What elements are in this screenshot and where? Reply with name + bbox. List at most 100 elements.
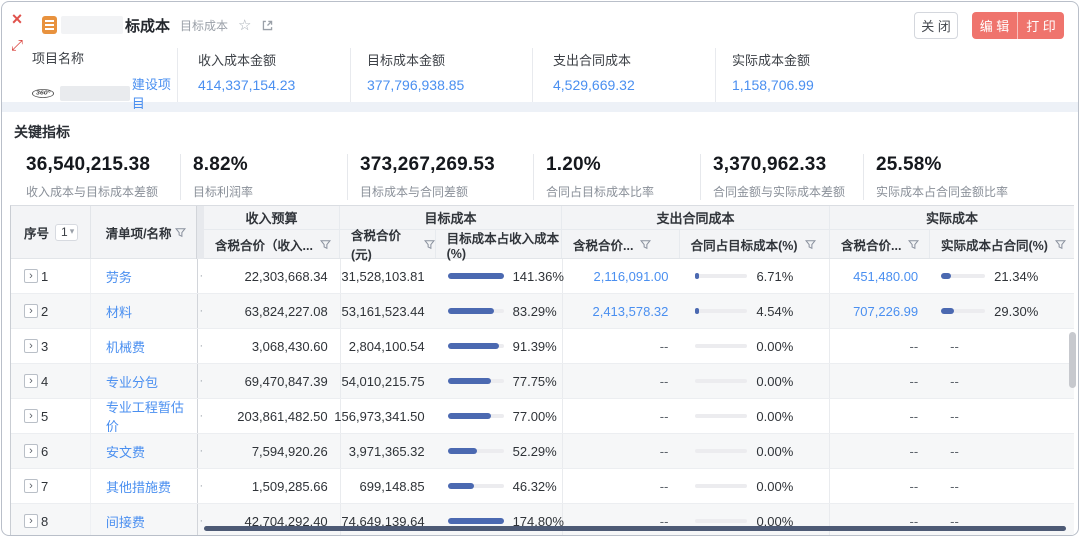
cell-income-amount: 22,303,668.34 bbox=[205, 259, 341, 293]
cell-income-amount: 1,509,285.66 bbox=[205, 469, 341, 503]
cell-target-amount: 31,528,103.81 bbox=[341, 259, 437, 293]
filter-icon[interactable] bbox=[908, 239, 919, 250]
row-expand-icon[interactable]: › bbox=[24, 409, 38, 423]
progress-bar bbox=[448, 449, 504, 453]
close-icon[interactable]: × bbox=[12, 10, 23, 28]
truncation-dot: · bbox=[199, 410, 203, 422]
cell-actual-amount: -- bbox=[830, 364, 930, 398]
window-rail: × ⤢ bbox=[5, 10, 29, 53]
stat-value[interactable]: 377,796,938.85 bbox=[367, 77, 532, 93]
row-expand-icon[interactable]: › bbox=[24, 514, 38, 528]
row-expand-icon[interactable]: › bbox=[24, 269, 38, 283]
cell-actual-amount[interactable]: 451,480.00 bbox=[830, 259, 930, 293]
row-expand-icon[interactable]: › bbox=[24, 304, 38, 318]
toolbar: 关 闭 编 辑 打 印 bbox=[914, 12, 1064, 39]
row-name-link[interactable]: 专业工程暂估价 bbox=[91, 399, 197, 433]
project-info-row: 项目名称 360° 建设项目 收入成本金额 414,337,154.23 目标成… bbox=[2, 48, 1078, 102]
page-title: 标成本 bbox=[125, 15, 170, 36]
filter-icon[interactable] bbox=[805, 239, 816, 250]
truncation-dot: · bbox=[199, 270, 203, 282]
print-button[interactable]: 打 印 bbox=[1018, 12, 1064, 39]
kpi-item: 3,370,962.33 合同金额与实际成本差额 bbox=[700, 154, 863, 200]
vertical-scrollbar[interactable] bbox=[1069, 332, 1076, 388]
cell-target-pct: 52.29% bbox=[437, 434, 563, 468]
cell-contract-amount[interactable]: 2,413,578.32 bbox=[563, 294, 681, 328]
kpi-label: 目标成本与合同差额 bbox=[360, 183, 533, 200]
column-header-income-amount: 含税合价（收入... bbox=[204, 230, 339, 258]
row-seq: 3 bbox=[41, 339, 48, 354]
horizontal-scrollbar[interactable] bbox=[204, 526, 1066, 531]
cell-income-amount: 7,594,920.26 bbox=[205, 434, 341, 468]
seq-level-selector[interactable]: 1▾ bbox=[55, 224, 78, 241]
row-name-link[interactable]: 间接费 bbox=[91, 504, 197, 536]
kpi-label: 合同占目标成本比率 bbox=[546, 183, 700, 200]
cell-target-amount: 156,973,341.50 bbox=[341, 399, 437, 433]
row-name-link[interactable]: 其他措施费 bbox=[91, 469, 197, 503]
stat-value[interactable]: 4,529,669.32 bbox=[553, 77, 715, 93]
row-seq: 8 bbox=[41, 514, 48, 529]
expand-icon[interactable]: ⤢ bbox=[11, 38, 23, 53]
cell-contract-amount: -- bbox=[563, 469, 681, 503]
cell-contract-pct: 0.00% bbox=[680, 399, 830, 433]
table-body: › 1 劳务 · 22,303,668.34 31,528,103.81 141… bbox=[11, 259, 1074, 536]
progress-bar bbox=[695, 309, 747, 313]
filter-icon[interactable] bbox=[320, 239, 331, 250]
row-name-link[interactable]: 材料 bbox=[91, 294, 197, 328]
row-expand-icon[interactable]: › bbox=[24, 444, 38, 458]
kpi-section: 关键指标 36,540,215.38 收入成本与目标成本差额 8.82% 目标利… bbox=[2, 112, 1078, 205]
external-link-icon[interactable] bbox=[261, 19, 274, 32]
project-name-link[interactable]: 建设项目 bbox=[132, 74, 177, 112]
seq-cell: › 5 bbox=[11, 399, 91, 433]
filter-icon[interactable] bbox=[640, 239, 651, 250]
stat-value[interactable]: 414,337,154.23 bbox=[198, 77, 350, 93]
cell-actual-amount: -- bbox=[830, 329, 930, 363]
document-icon bbox=[42, 16, 57, 34]
row-seq: 6 bbox=[41, 444, 48, 459]
row-name-link[interactable]: 机械费 bbox=[91, 329, 197, 363]
stat-value[interactable]: 1,158,706.99 bbox=[732, 77, 887, 93]
cell-actual-amount[interactable]: 707,226.99 bbox=[830, 294, 930, 328]
filter-icon[interactable] bbox=[1055, 239, 1066, 250]
fixed-column-edge: · bbox=[197, 259, 205, 293]
cell-target-pct: 46.32% bbox=[437, 469, 563, 503]
progress-bar bbox=[695, 519, 747, 523]
cell-income-amount: 203,861,482.50 bbox=[205, 399, 341, 433]
cell-actual-pct: -- bbox=[930, 504, 1074, 536]
kpi-value: 36,540,215.38 bbox=[26, 154, 180, 176]
row-expand-icon[interactable]: › bbox=[24, 479, 38, 493]
logo-360-icon: 360° bbox=[32, 89, 54, 98]
row-name-link[interactable]: 劳务 bbox=[91, 259, 197, 293]
table-row: › 7 其他措施费 · 1,509,285.66 699,148.85 46.3… bbox=[11, 469, 1074, 504]
filter-icon[interactable] bbox=[175, 227, 186, 238]
column-group-contract: 支出合同成本 含税合价... 合同占目标成本(%) bbox=[562, 206, 830, 258]
fixed-column-edge: · bbox=[197, 364, 205, 398]
close-button[interactable]: 关 闭 bbox=[914, 12, 958, 39]
cell-contract-amount: -- bbox=[563, 399, 681, 433]
edit-button[interactable]: 编 辑 bbox=[972, 12, 1018, 39]
row-name-link[interactable]: 安文费 bbox=[91, 434, 197, 468]
kpi-value: 25.58% bbox=[876, 154, 1078, 176]
row-name-link[interactable]: 专业分包 bbox=[91, 364, 197, 398]
table-row: › 1 劳务 · 22,303,668.34 31,528,103.81 141… bbox=[11, 259, 1074, 294]
row-expand-icon[interactable]: › bbox=[24, 374, 38, 388]
row-seq: 2 bbox=[41, 304, 48, 319]
kpi-value: 1.20% bbox=[546, 154, 700, 176]
stat-label: 收入成本金额 bbox=[198, 50, 350, 69]
cell-target-pct: 83.29% bbox=[437, 294, 563, 328]
cell-contract-pct: 0.00% bbox=[680, 504, 830, 536]
progress-bar bbox=[448, 519, 504, 523]
cell-contract-amount[interactable]: 2,116,091.00 bbox=[563, 259, 681, 293]
cell-actual-amount: -- bbox=[830, 469, 930, 503]
row-expand-icon[interactable]: › bbox=[24, 339, 38, 353]
column-header-target-amount: 含税合价(元) bbox=[340, 230, 436, 258]
star-icon[interactable]: ☆ bbox=[238, 16, 251, 34]
cell-target-amount: 53,161,523.44 bbox=[341, 294, 437, 328]
table-row: › 6 安文费 · 7,594,920.26 3,971,365.32 52.2… bbox=[11, 434, 1074, 469]
progress-bar bbox=[448, 484, 504, 488]
row-seq: 4 bbox=[41, 374, 48, 389]
filter-icon[interactable] bbox=[424, 239, 435, 250]
row-seq: 7 bbox=[41, 479, 48, 494]
cell-income-amount: 3,068,430.60 bbox=[205, 329, 341, 363]
kpi-label: 收入成本与目标成本差额 bbox=[26, 183, 180, 200]
column-header-name: 清单项/名称 bbox=[91, 206, 196, 258]
